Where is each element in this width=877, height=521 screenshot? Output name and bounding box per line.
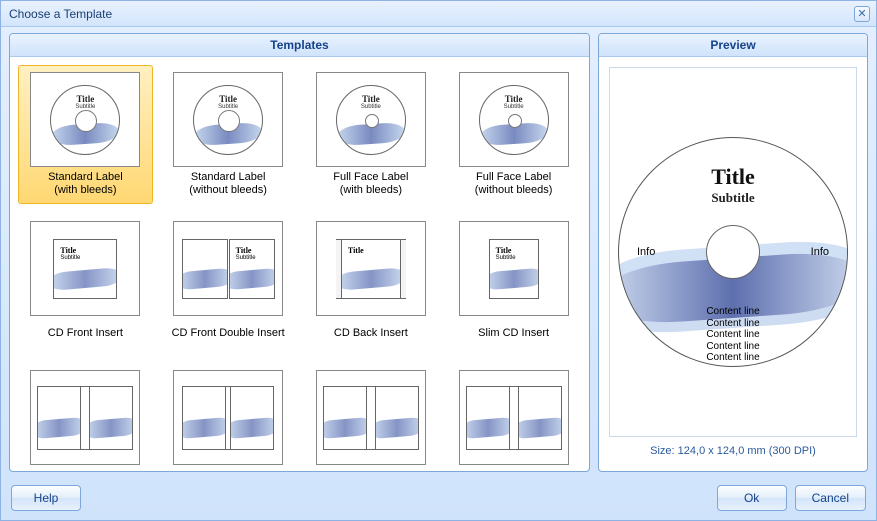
template-label: Standard Label(without bleeds)	[189, 171, 267, 197]
template-item[interactable]: TitleSubtitle Full Face Label(without ble…	[446, 65, 581, 204]
dialog-window: Choose a Template ✕ Templates TitleSubti…	[0, 0, 877, 521]
template-thumbnail: TitleSubtitle	[316, 72, 426, 167]
ok-button[interactable]: Ok	[717, 485, 787, 511]
content-area: Templates TitleSubtitleStandard Label(wi…	[1, 27, 876, 478]
template-thumbnail: TitleSubtitle	[30, 221, 140, 316]
template-thumbnail	[459, 370, 569, 465]
template-label: CD Front Insert	[48, 320, 123, 346]
template-item[interactable]: Title CD Back Insert	[304, 214, 439, 353]
template-thumbnail	[316, 370, 426, 465]
template-label: UK Blu-ray Cover	[471, 469, 557, 471]
template-label: Slim CD Insert	[478, 320, 549, 346]
titlebar: Choose a Template ✕	[1, 1, 876, 27]
cancel-button[interactable]: Cancel	[795, 485, 866, 511]
template-item[interactable]: TitleSubtitle CD Front Insert	[18, 214, 153, 353]
template-thumbnail	[30, 370, 140, 465]
template-thumbnail: TitleSubtitle	[173, 72, 283, 167]
template-thumbnail: TitleSubtitle	[459, 72, 569, 167]
template-label: Slim DVD Cover	[188, 469, 268, 471]
template-item[interactable]: Slim DVD Cover	[161, 363, 296, 471]
preview-size-label: Size: 124,0 x 124,0 mm (300 DPI)	[650, 441, 816, 461]
template-thumbnail: Title	[316, 221, 426, 316]
button-row: Help Ok Cancel	[1, 478, 876, 520]
window-title: Choose a Template	[9, 7, 854, 21]
templates-header: Templates	[10, 34, 589, 57]
template-thumbnail: TitleSubtitle	[30, 72, 140, 167]
preview-body: Title Subtitle Info Info Content lineCon…	[599, 57, 867, 471]
templates-body: TitleSubtitle Standard Label(with bleeds)…	[10, 57, 589, 471]
template-label: Standard Label(with bleeds)	[48, 171, 123, 197]
template-label: CD Front Double Insert	[172, 320, 285, 346]
template-item[interactable]: TitleSubtitle Standard Label(without blee…	[161, 65, 296, 204]
preview-info-left: Info	[637, 246, 655, 258]
template-item[interactable]: UK Blu-ray Cover	[446, 363, 581, 471]
template-label: US Blu-ray Cover	[328, 469, 414, 471]
template-item[interactable]: TitleSubtitle Standard Label(with bleeds)	[18, 65, 153, 204]
preview-info-right: Info	[811, 246, 829, 258]
preview-content-lines: Content lineContent lineContent lineCont…	[619, 306, 847, 364]
template-thumbnail: TitleSubtitle	[459, 221, 569, 316]
template-item[interactable]: US Blu-ray Cover	[304, 363, 439, 471]
preview-title: Title	[619, 164, 847, 190]
templates-panel: Templates TitleSubtitle Standard Label(wi…	[9, 33, 590, 472]
preview-disc: Title Subtitle Info Info Content lineCon…	[618, 137, 848, 367]
template-item[interactable]: TitleSubtitle Full Face Label(with bleeds…	[304, 65, 439, 204]
templates-grid: TitleSubtitle Standard Label(with bleeds)…	[18, 65, 581, 471]
template-thumbnail: TitleSubtitle	[173, 221, 283, 316]
template-item[interactable]: TitleSubtitle Slim CD Insert	[446, 214, 581, 353]
template-thumbnail	[173, 370, 283, 465]
preview-disc-hole	[706, 225, 760, 279]
template-label: Full Face Label(with bleeds)	[333, 171, 408, 197]
preview-header: Preview	[599, 34, 867, 57]
preview-panel: Preview Title Subtitle Info Info Content…	[598, 33, 868, 472]
template-item[interactable]: Standard DVD Cover	[18, 363, 153, 471]
preview-canvas: Title Subtitle Info Info Content lineCon…	[609, 67, 857, 437]
help-button[interactable]: Help	[11, 485, 81, 511]
template-label: Full Face Label(without bleeds)	[475, 171, 553, 197]
templates-scroll[interactable]: TitleSubtitle Standard Label(with bleeds)…	[10, 57, 589, 471]
template-label: CD Back Insert	[334, 320, 408, 346]
close-icon[interactable]: ✕	[854, 6, 870, 22]
template-item[interactable]: TitleSubtitle CD Front Double Insert	[161, 214, 296, 353]
preview-subtitle: Subtitle	[619, 190, 847, 206]
template-label: Standard DVD Cover	[34, 469, 137, 471]
